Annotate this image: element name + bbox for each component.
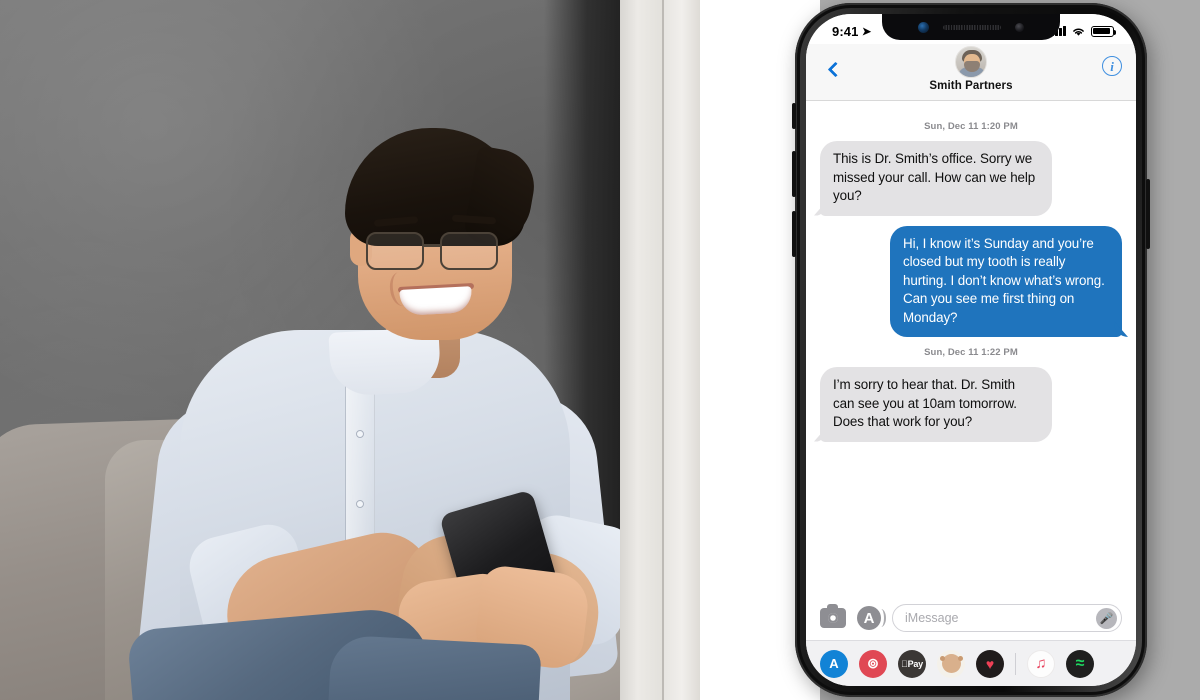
message-bubble-outgoing[interactable]: Hi, I know it’s Sunday and you’re closed… xyxy=(890,225,1122,337)
microphone-icon[interactable]: 🎤 xyxy=(1096,607,1117,629)
message-input[interactable] xyxy=(905,611,1096,625)
shirt-button xyxy=(356,500,364,508)
message-bubble-incoming[interactable]: This is Dr. Smith’s office. Sorry we mis… xyxy=(820,141,1052,216)
volume-down-button[interactable] xyxy=(792,211,796,257)
device-notch xyxy=(882,14,1060,40)
front-camera-icon xyxy=(918,21,929,33)
message-row: Hi, I know it’s Sunday and you’re closed… xyxy=(820,225,1122,337)
chevron-left-icon xyxy=(827,61,843,77)
silent-switch[interactable] xyxy=(792,103,796,129)
message-input-wrapper[interactable]: 🎤 xyxy=(892,604,1122,632)
person-figure xyxy=(0,0,700,700)
drawer-app-store-icon[interactable]: A xyxy=(820,649,848,678)
timestamp-divider: Sun, Dec 11 1:22 PM xyxy=(924,347,1018,358)
app-store-label: A xyxy=(829,656,839,671)
memoji-face-icon xyxy=(939,654,963,673)
message-bubble-incoming[interactable]: I’m sorry to hear that. Dr. Smith can se… xyxy=(820,367,1052,442)
camera-icon[interactable] xyxy=(820,604,846,628)
jeans-right-leg xyxy=(328,634,542,700)
wifi-icon xyxy=(1073,28,1084,36)
heart-icon: ♥ xyxy=(985,655,995,672)
drawer-digital-touch-icon[interactable]: ⊚ xyxy=(859,649,887,678)
drawer-divider xyxy=(1015,652,1016,675)
drawer-spotify-icon[interactable]: ≈ xyxy=(1066,649,1094,678)
contact-name: Smith Partners xyxy=(929,80,1013,92)
status-bar-left: 9:41 ➤ xyxy=(832,24,872,39)
drawer-memoji-icon[interactable] xyxy=(937,649,965,678)
status-bar-right xyxy=(1051,25,1117,37)
iphone-device: 9:41 ➤ Smith Partners i Sun, Dec 11 1:20… xyxy=(792,3,1150,697)
digital-touch-label: ⊚ xyxy=(867,655,879,671)
contact-block[interactable]: Smith Partners xyxy=(806,46,1136,92)
imessage-app-drawer[interactable]: A ⊚ Pay ♥ ♫ ≈ xyxy=(806,640,1136,686)
app-store-glyph: A xyxy=(863,609,875,627)
lens-right xyxy=(440,232,498,270)
proximity-sensor-icon xyxy=(1015,22,1024,32)
power-button[interactable] xyxy=(1146,179,1150,249)
info-button[interactable]: i xyxy=(1102,56,1122,76)
message-row: This is Dr. Smith’s office. Sorry we mis… xyxy=(820,141,1122,216)
apple-pay-label: Pay xyxy=(901,658,923,669)
compose-bar: A 🎤 xyxy=(806,596,1136,640)
door-frame-panel-a xyxy=(620,0,664,700)
message-row: I’m sorry to hear that. Dr. Smith can se… xyxy=(820,367,1122,442)
eyeglasses xyxy=(364,232,512,272)
glasses-bridge xyxy=(422,244,442,247)
message-thread[interactable]: Sun, Dec 11 1:20 PM This is Dr. Smith’s … xyxy=(806,101,1136,571)
volume-up-button[interactable] xyxy=(792,151,796,197)
conversation-header: Smith Partners i xyxy=(806,44,1136,101)
status-time: 9:41 xyxy=(832,23,859,39)
avatar[interactable] xyxy=(955,46,987,78)
app-store-icon[interactable]: A xyxy=(857,606,886,630)
lens-left xyxy=(366,232,424,270)
screenshot-canvas: 9:41 ➤ Smith Partners i Sun, Dec 11 1:20… xyxy=(0,0,1200,700)
shirt-button xyxy=(356,430,364,438)
drawer-activity-sharing-icon[interactable]: ♥ xyxy=(976,649,1004,678)
battery-icon xyxy=(1091,25,1117,37)
drawer-apple-music-icon[interactable]: ♫ xyxy=(1027,649,1055,678)
spotify-glyph-icon: ≈ xyxy=(1075,654,1085,672)
music-note-icon: ♫ xyxy=(1035,655,1047,672)
lifestyle-photo xyxy=(0,0,700,700)
door-frame-panel-b xyxy=(664,0,700,700)
location-arrow-icon: ➤ xyxy=(862,25,872,38)
drawer-apple-pay-icon[interactable]: Pay xyxy=(898,649,926,678)
earpiece-speaker-icon xyxy=(943,24,1001,30)
device-screen: 9:41 ➤ Smith Partners i Sun, Dec 11 1:20… xyxy=(806,14,1136,686)
timestamp-divider: Sun, Dec 11 1:20 PM xyxy=(924,121,1018,132)
back-button[interactable] xyxy=(822,54,848,84)
